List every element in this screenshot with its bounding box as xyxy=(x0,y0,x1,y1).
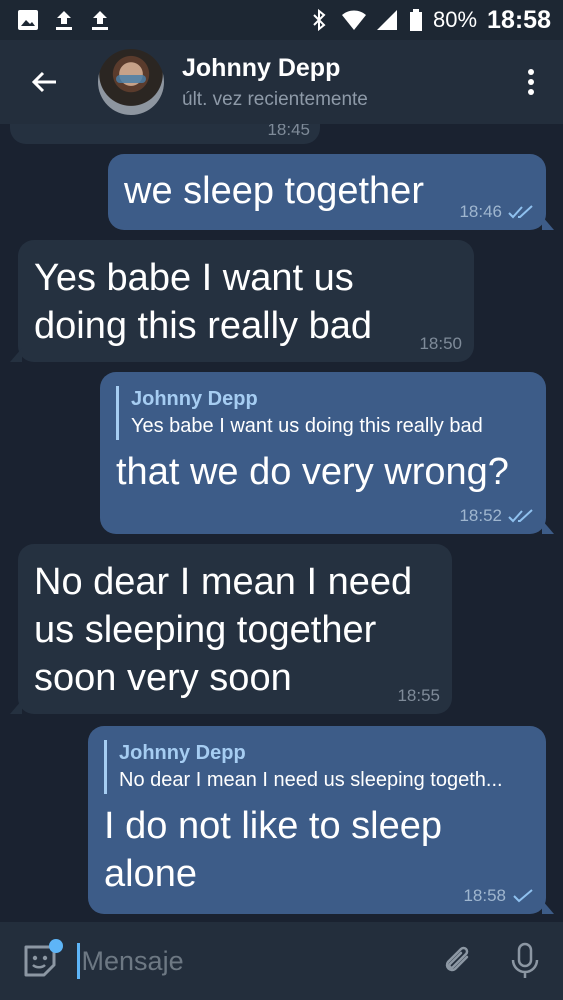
reply-quote[interactable]: Johnny Depp Yes babe I want us doing thi… xyxy=(116,386,530,440)
microphone-icon xyxy=(511,942,538,978)
message-meta: 18:50 xyxy=(419,334,462,354)
bubble-tail xyxy=(542,520,554,534)
reply-author: Johnny Depp xyxy=(131,388,258,410)
message-incoming[interactable]: No dear I mean I need us sleeping togeth… xyxy=(10,544,452,714)
contact-name: Johnny Depp xyxy=(182,53,341,82)
message-incoming[interactable]: 18:45 xyxy=(10,124,320,144)
message-time: 18:46 xyxy=(459,202,502,221)
compose-bar xyxy=(0,922,563,1000)
message-text: No dear I mean I need us sleeping togeth… xyxy=(34,561,413,699)
signal-icon xyxy=(375,8,399,32)
bubble-tail xyxy=(542,900,554,914)
contact-status: últ. vez recientemente xyxy=(182,88,368,110)
message-meta: 18:58 xyxy=(463,886,534,906)
message-list[interactable]: 18:45 we sleep together 18:46 Yes babe I… xyxy=(0,124,563,922)
reply-text: Yes babe I want us doing this really bad xyxy=(131,415,483,437)
contact-info[interactable]: Johnny Depp últ. vez recientemente xyxy=(182,54,511,111)
message-meta: 18:55 xyxy=(397,686,440,706)
battery-level: 80% xyxy=(433,7,478,32)
arrow-left-icon xyxy=(31,71,56,93)
image-icon xyxy=(16,8,40,32)
message-time: 18:52 xyxy=(459,506,502,525)
bubble-tail xyxy=(542,216,554,230)
message-outgoing[interactable]: we sleep together 18:46 xyxy=(108,154,554,230)
upload-icon xyxy=(52,8,76,32)
wifi-icon xyxy=(341,8,366,32)
upload-icon xyxy=(88,8,112,32)
text-cursor xyxy=(76,943,80,979)
emoji-button[interactable] xyxy=(18,937,63,985)
chat-header: Johnny Depp últ. vez recientemente xyxy=(0,40,563,124)
avatar[interactable] xyxy=(98,49,164,115)
message-incoming[interactable]: Yes babe I want us doing this really bad… xyxy=(10,240,474,362)
message-meta: 18:46 xyxy=(459,202,534,222)
back-button[interactable] xyxy=(14,52,74,112)
paperclip-icon xyxy=(445,946,469,972)
message-text: I do not like to sleep alone xyxy=(104,805,442,895)
message-input[interactable] xyxy=(81,945,436,977)
more-menu-button[interactable] xyxy=(511,52,551,112)
message-meta: 18:52 xyxy=(459,506,534,526)
message-text: Yes babe I want us doing this really bad xyxy=(34,257,372,347)
message-time: 18:45 xyxy=(267,124,310,139)
status-bar: 80% 18:58 xyxy=(0,0,563,40)
message-meta: 18:45 xyxy=(267,124,310,140)
reply-text: No dear I mean I need us sleeping togeth… xyxy=(119,769,503,791)
message-text: that we do very wrong? xyxy=(116,451,509,493)
message-outgoing[interactable]: Johnny Depp Yes babe I want us doing thi… xyxy=(100,372,554,534)
reply-author: Johnny Depp xyxy=(119,742,246,764)
message-outgoing[interactable]: Johnny Depp No dear I mean I need us sle… xyxy=(88,726,554,914)
status-right: 80% 18:58 xyxy=(307,6,551,35)
battery-icon xyxy=(409,8,423,32)
double-check-icon xyxy=(508,509,533,523)
message-time: 18:50 xyxy=(419,334,462,353)
bluetooth-icon xyxy=(307,8,331,32)
attach-button[interactable] xyxy=(436,937,481,985)
bubble-tail xyxy=(10,700,22,714)
message-time: 18:58 xyxy=(463,886,506,905)
bubble-tail xyxy=(10,348,22,362)
clock: 18:58 xyxy=(487,5,551,34)
microphone-button[interactable] xyxy=(502,937,547,985)
single-check-icon xyxy=(513,889,533,903)
reply-quote[interactable]: Johnny Depp No dear I mean I need us sle… xyxy=(104,740,530,794)
status-left xyxy=(16,8,112,32)
double-check-icon xyxy=(508,205,533,219)
message-time: 18:55 xyxy=(397,686,440,705)
more-vertical-icon xyxy=(528,69,534,95)
notification-dot xyxy=(48,939,63,953)
